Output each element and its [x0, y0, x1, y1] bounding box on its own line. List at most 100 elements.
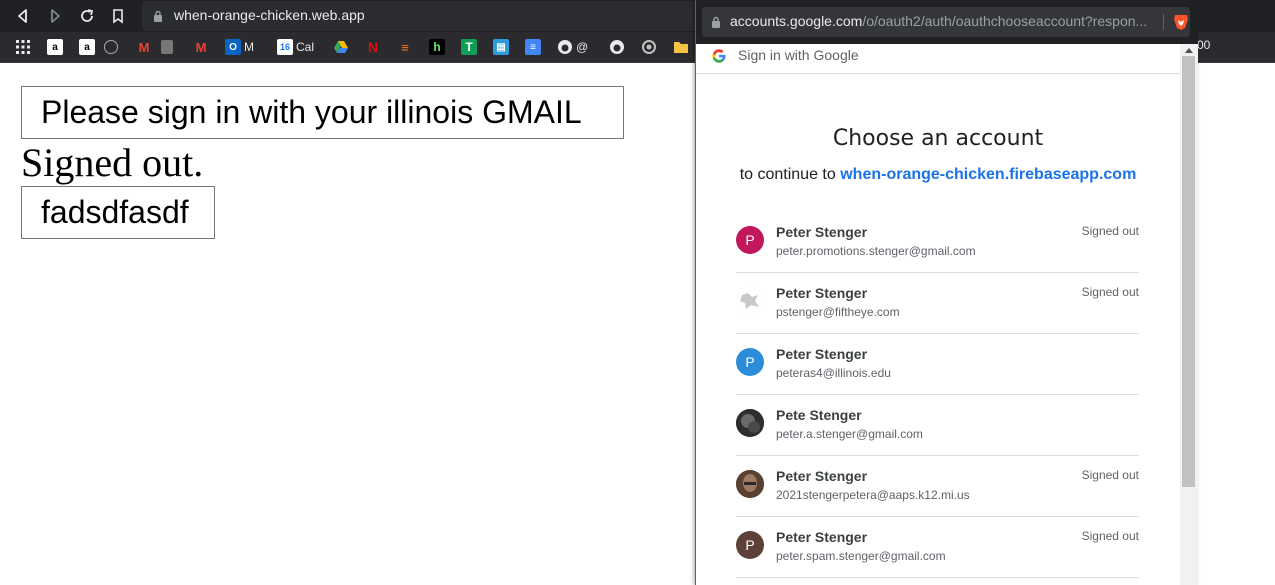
- bookmark-calendar[interactable]: 16 Cal: [277, 39, 314, 55]
- address-bar[interactable]: when-orange-chicken.web.app: [142, 1, 702, 31]
- account-row[interactable]: P Peter Stenger peteras4@illinois.edu: [736, 334, 1139, 395]
- account-row[interactable]: Peter Stenger pstenger@fiftheye.com Sign…: [736, 273, 1139, 334]
- gmail-icon: M: [138, 39, 150, 55]
- h-icon: h: [429, 39, 445, 55]
- account-status: Signed out: [1081, 529, 1139, 543]
- avatar: [736, 287, 764, 315]
- continue-prefix: to continue to: [739, 166, 836, 183]
- account-email: peteras4@illinois.edu: [776, 366, 891, 380]
- scroll-up-arrow-icon[interactable]: [1185, 48, 1193, 53]
- avatar: P: [736, 531, 764, 559]
- amazon-icon: a: [79, 39, 95, 55]
- bookmark-github-at[interactable]: @: [557, 39, 588, 55]
- circle-icon: [642, 40, 656, 54]
- account-name: Peter Stenger: [776, 468, 868, 484]
- account-row[interactable]: P Peter Stenger peter.promotions.stenger…: [736, 212, 1139, 273]
- avatar: [736, 409, 764, 437]
- bookmark-outlook[interactable]: O M: [225, 39, 254, 55]
- choose-account-title: Choose an account: [832, 126, 1044, 151]
- photo-avatar-icon: [736, 287, 764, 315]
- bookmark-stackoverflow[interactable]: ≡: [397, 39, 413, 55]
- bookmark-label: @: [576, 40, 589, 54]
- sign-in-header-label: Sign in with Google: [738, 47, 859, 63]
- bookmark-button[interactable]: [106, 4, 130, 28]
- stackoverflow-icon: ≡: [401, 39, 409, 55]
- bookmark-docs[interactable]: ≡: [525, 39, 541, 55]
- avatar: [736, 470, 764, 498]
- bookmark-folder[interactable]: [673, 39, 689, 55]
- back-button[interactable]: [11, 4, 35, 28]
- address-text: when-orange-chicken.web.app: [174, 7, 365, 23]
- google-drive-icon: [334, 41, 348, 53]
- bookmark-label: M: [244, 40, 254, 54]
- account-name: Peter Stenger: [776, 224, 868, 240]
- back-arrow-icon: [18, 9, 27, 23]
- account-email: 2021stengerpetera@aaps.k12.mi.us: [776, 488, 970, 502]
- bookmark-sheets[interactable]: T: [461, 39, 477, 55]
- reload-icon: [81, 9, 94, 22]
- scrollbar-thumb[interactable]: [1182, 56, 1195, 487]
- brave-shield-icon[interactable]: [1172, 13, 1190, 31]
- bookmark-book[interactable]: ▤: [493, 39, 509, 55]
- avatar: P: [736, 348, 764, 376]
- github-icon: [610, 40, 624, 54]
- account-name: Peter Stenger: [776, 285, 868, 301]
- bookmark-github-2[interactable]: [609, 39, 625, 55]
- continue-app-link[interactable]: when-orange-chicken.firebaseapp.com: [840, 166, 1136, 183]
- popup-url-path: /o/oauth2/auth/oauthchooseaccount?respon…: [862, 13, 1148, 29]
- github-icon: [104, 40, 118, 54]
- outlook-icon: O: [225, 39, 241, 55]
- account-status: Signed out: [1081, 285, 1139, 299]
- bookmark-drive[interactable]: [333, 39, 349, 55]
- forward-arrow-icon: [51, 9, 60, 23]
- bookmark-github[interactable]: [104, 39, 118, 55]
- popup-address-bar[interactable]: accounts.google.com/o/oauth2/auth/oauthc…: [702, 7, 1190, 37]
- bookmark-gmail[interactable]: M: [136, 39, 152, 55]
- bookmark-circle[interactable]: [641, 39, 657, 55]
- popup-scrollbar[interactable]: [1180, 44, 1198, 585]
- popup-url-domain: accounts.google.com: [730, 13, 863, 29]
- bookmark-h[interactable]: h: [429, 39, 445, 55]
- lock-icon: [712, 16, 720, 28]
- apps-grid-icon: [16, 40, 30, 54]
- auth-status-text: Signed out.: [21, 140, 204, 185]
- google-g-icon: [712, 49, 726, 63]
- account-status: Signed out: [1081, 224, 1139, 238]
- trash-icon: [161, 40, 173, 54]
- amazon-icon: a: [47, 39, 63, 55]
- popup-address-text: accounts.google.com/o/oauth2/auth/oauthc…: [730, 13, 1155, 29]
- gmail-icon: M: [195, 39, 207, 55]
- account-email: peter.promotions.stenger@gmail.com: [776, 244, 976, 258]
- photo-avatar-icon: [736, 409, 764, 437]
- calendar-icon: 16: [277, 39, 293, 55]
- account-row[interactable]: P Peter Stenger peter.spam.stenger@gmail…: [736, 517, 1139, 578]
- account-email: peter.spam.stenger@gmail.com: [776, 549, 946, 563]
- secondary-button[interactable]: fadsdfasdf: [21, 186, 215, 239]
- sign-in-header: Sign in with Google: [696, 44, 1180, 74]
- bookmark-amazon-2[interactable]: a: [79, 39, 95, 55]
- bookmark-label: Cal: [296, 40, 315, 54]
- bookmark-apps[interactable]: [15, 39, 31, 55]
- reload-button[interactable]: [75, 4, 99, 28]
- netflix-icon: N: [367, 39, 379, 55]
- bookmarks-overflow[interactable]: 00: [1197, 38, 1210, 52]
- continue-to-line: to continue to when-orange-chicken.fireb…: [696, 166, 1180, 184]
- account-email: pstenger@fiftheye.com: [776, 305, 900, 319]
- sign-in-button[interactable]: Please sign in with your illinois GMAIL: [21, 86, 624, 139]
- forward-button[interactable]: [43, 4, 67, 28]
- account-row[interactable]: Peter Stenger 2021stengerpetera@aaps.k12…: [736, 456, 1139, 517]
- account-row[interactable]: Pete Stenger peter.a.stenger@gmail.com: [736, 395, 1139, 456]
- bookmark-netflix[interactable]: N: [365, 39, 381, 55]
- avatar: P: [736, 226, 764, 254]
- popup-toolbar: accounts.google.com/o/oauth2/auth/oauthc…: [696, 0, 1198, 44]
- folder-icon: [674, 42, 688, 53]
- github-icon: [558, 40, 572, 54]
- photo-avatar-icon: [736, 470, 764, 498]
- bookmark-icon: [113, 9, 123, 24]
- bookmark-amazon[interactable]: a: [47, 39, 63, 55]
- bookmark-gmail-2[interactable]: M: [193, 39, 209, 55]
- google-signin-popup: accounts.google.com/o/oauth2/auth/oauthc…: [695, 0, 1198, 585]
- bookmark-trash[interactable]: [161, 39, 173, 55]
- account-name: Pete Stenger: [776, 407, 862, 423]
- account-email: peter.a.stenger@gmail.com: [776, 427, 923, 441]
